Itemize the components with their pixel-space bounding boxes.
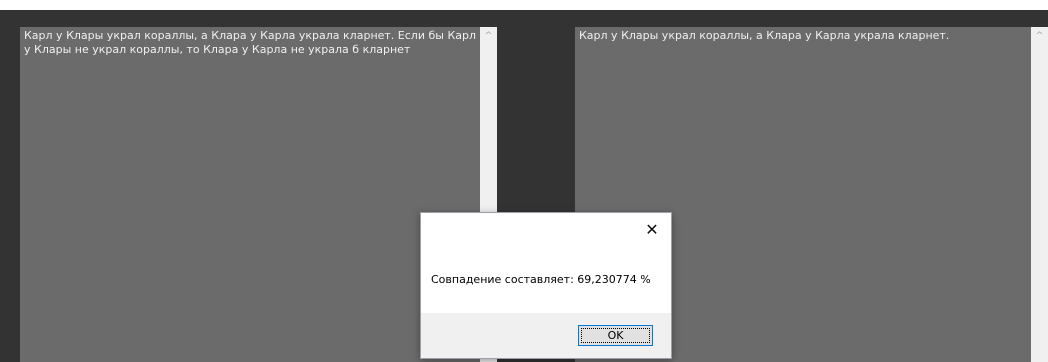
text-input-left[interactable]: Карл у Клары украл кораллы, а Клара у Ка… [20, 27, 480, 362]
scrollbar-right[interactable]: ^ [1031, 27, 1048, 362]
ok-button[interactable]: OK [578, 325, 653, 346]
scroll-up-arrow-icon[interactable]: ^ [480, 29, 497, 43]
close-icon[interactable]: ✕ [643, 221, 661, 239]
dialog-message: Совпадение составляет: 69,230774 % [431, 273, 651, 286]
scroll-up-arrow-icon[interactable]: ^ [1031, 29, 1048, 43]
focus-rectangle [581, 328, 650, 343]
dialog-footer: OK [421, 313, 671, 358]
message-dialog: ✕ Совпадение составляет: 69,230774 % OK [420, 212, 672, 359]
